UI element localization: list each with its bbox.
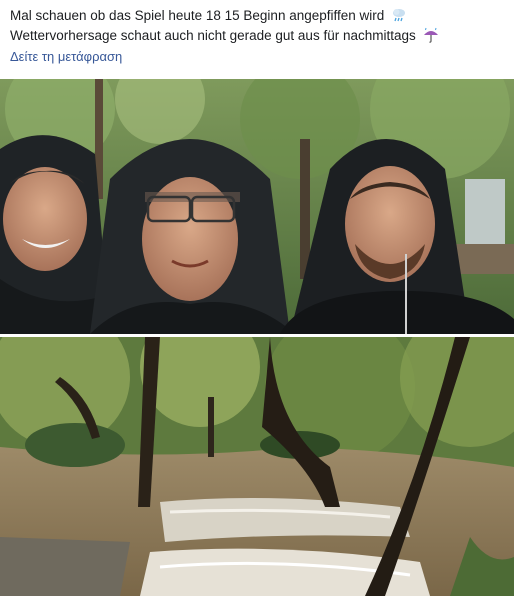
post-text: Mal schauen ob das Spiel heute 18 15 Beg… bbox=[10, 6, 504, 46]
photo-selfie[interactable] bbox=[0, 79, 514, 334]
post-text-line1: Mal schauen ob das Spiel heute 18 15 Beg… bbox=[10, 8, 385, 23]
photo-flooded-park[interactable] bbox=[0, 337, 514, 596]
rain-cloud-icon bbox=[393, 9, 406, 22]
see-translation-link[interactable]: Δείτε τη μετάφραση bbox=[10, 49, 122, 64]
post-text-line2: Wettervorhersage schaut auch nicht gerad… bbox=[10, 28, 416, 43]
umbrella-rain-icon bbox=[423, 27, 438, 43]
